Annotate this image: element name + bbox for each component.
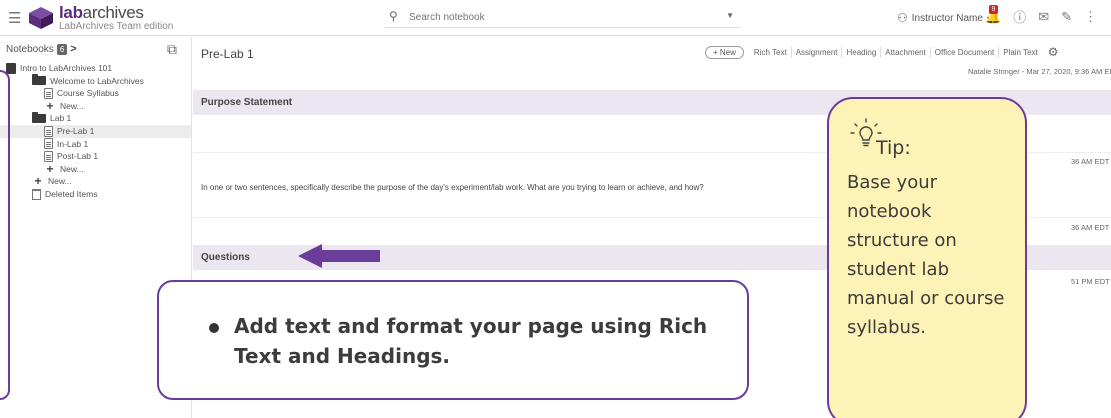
left-callout-edge xyxy=(0,70,10,400)
more-options-icon[interactable]: ⋮ xyxy=(1084,9,1097,25)
sidebar-item[interactable]: Intro to LabArchives 101 xyxy=(0,62,191,75)
tip-text: Base your notebook structure on student … xyxy=(847,172,1005,338)
heading-text: Purpose Statement xyxy=(201,97,293,108)
entry-meta: Natalie Stringer - Mar 27, 2020, 9:36 AM… xyxy=(968,67,1111,76)
entry-timestamp: 36 AM EDT xyxy=(1071,223,1110,232)
sidebar-item-label: New... xyxy=(60,163,84,174)
tip-callout: Tip: Base your notebook structure on stu… xyxy=(827,97,1027,418)
logo-edition: LabArchives Team edition xyxy=(59,21,174,32)
plus-icon: + xyxy=(34,174,42,189)
sidebar-item-label: In-Lab 1 xyxy=(57,138,89,149)
sidebar-item-label: Welcome to LabArchives xyxy=(50,75,144,86)
chevron-down-icon[interactable]: ▼ xyxy=(726,11,734,20)
instruction-callout: Add text and format your page using Rich… xyxy=(157,280,749,400)
logo-cube-icon xyxy=(29,7,53,29)
notebooks-header[interactable]: Notebooks 6 > xyxy=(6,43,77,55)
sidebar-item[interactable]: + New... xyxy=(0,163,191,176)
help-icon[interactable]: ⓘ xyxy=(1013,7,1026,26)
page-icon xyxy=(44,87,53,99)
sidebar-item[interactable]: Pre-Lab 1 xyxy=(0,124,191,138)
page-title: Pre-Lab 1 xyxy=(201,47,254,61)
sidebar-item-label: Lab 1 xyxy=(50,113,72,124)
new-entry-button[interactable]: + New xyxy=(705,45,744,59)
sidebar-item-label: Post-Lab 1 xyxy=(57,151,99,162)
user-icon: ⚇ xyxy=(897,11,908,25)
comments-icon[interactable]: ✉ xyxy=(1038,9,1049,25)
hamburger-menu-icon[interactable]: ☰ xyxy=(8,9,21,27)
attachment-button[interactable]: Attachment xyxy=(881,46,931,58)
top-bar: ☰ labarchives LabArchives Team edition ⚲… xyxy=(0,0,1111,36)
page-icon xyxy=(44,150,53,162)
attach-icon[interactable]: ✎ xyxy=(1061,9,1072,25)
search-icon: ⚲ xyxy=(389,9,398,23)
user-menu[interactable]: ⚇ Instructor Name ▾ xyxy=(897,11,991,25)
rich-text-entry[interactable]: In one or two sentences, specifically de… xyxy=(201,183,704,192)
bullet-icon xyxy=(209,323,219,333)
sidebar-item-label: New... xyxy=(48,176,72,187)
notebook-tree: Intro to LabArchives 101 Welcome to LabAr… xyxy=(0,62,191,201)
add-notebook-icon[interactable]: ⧉ xyxy=(167,41,177,58)
sidebar-item[interactable]: Welcome to LabArchives xyxy=(0,74,191,88)
heading-text: Questions xyxy=(201,252,250,263)
notebooks-count-badge: 6 xyxy=(56,43,68,55)
folder-icon xyxy=(32,74,46,86)
sidebar-item-label: Deleted Items xyxy=(45,188,98,199)
sidebar-item[interactable]: In-Lab 1 xyxy=(0,138,191,151)
search-input[interactable] xyxy=(409,9,709,26)
sidebar-item[interactable]: Lab 1 xyxy=(0,112,191,125)
office-document-button[interactable]: Office Document xyxy=(931,46,1000,58)
rich-text-button[interactable]: Rich Text xyxy=(750,46,792,58)
notebook-icon xyxy=(6,62,16,74)
plain-text-button[interactable]: Plain Text xyxy=(999,47,1042,58)
plus-icon: + xyxy=(46,98,54,113)
plus-icon: + xyxy=(46,161,54,176)
assignment-button[interactable]: Assignment xyxy=(792,46,843,58)
entry-timestamp: 36 AM EDT xyxy=(1071,157,1110,166)
instruction-text: Add text and format your page using Rich… xyxy=(234,314,708,368)
entry-toolbar: + New Rich Text Assignment Heading Attac… xyxy=(705,45,1059,59)
sidebar-item[interactable]: + New... xyxy=(0,175,191,188)
sidebar-item-label: Intro to LabArchives 101 xyxy=(20,63,113,73)
user-name: Instructor Name xyxy=(911,12,983,24)
trash-icon xyxy=(32,188,41,200)
sidebar-item[interactable]: Deleted Items xyxy=(0,188,191,201)
heading-button[interactable]: Heading xyxy=(842,46,882,58)
sidebar-item-label: Pre-Lab 1 xyxy=(57,125,95,136)
notifications-bell-icon[interactable]: 🔔 9 xyxy=(985,4,1001,25)
notebooks-label: Notebooks xyxy=(6,43,54,55)
page-settings-icon[interactable]: ⚙ xyxy=(1048,45,1059,59)
notification-badge: 9 xyxy=(989,4,998,14)
chevron-right-icon[interactable]: > xyxy=(70,43,76,55)
sidebar-item[interactable]: Course Syllabus xyxy=(0,87,191,100)
sidebar-item-label: New... xyxy=(60,100,84,111)
labarchives-logo[interactable]: labarchives LabArchives Team edition xyxy=(28,4,173,32)
arrow-left-icon xyxy=(298,244,380,268)
sidebar-item[interactable]: + New... xyxy=(0,100,191,113)
entry-timestamp: 51 PM EDT xyxy=(1071,277,1110,286)
tip-label: Tip: xyxy=(876,137,911,159)
page-icon xyxy=(44,125,53,137)
search-bar[interactable]: ⚲ ▼ xyxy=(385,8,740,28)
sidebar-item-label: Course Syllabus xyxy=(57,88,119,99)
folder-icon xyxy=(32,112,46,124)
sidebar-item[interactable]: Post-Lab 1 xyxy=(0,150,191,163)
page-icon xyxy=(44,138,53,150)
logo-name: labarchives xyxy=(59,3,144,22)
